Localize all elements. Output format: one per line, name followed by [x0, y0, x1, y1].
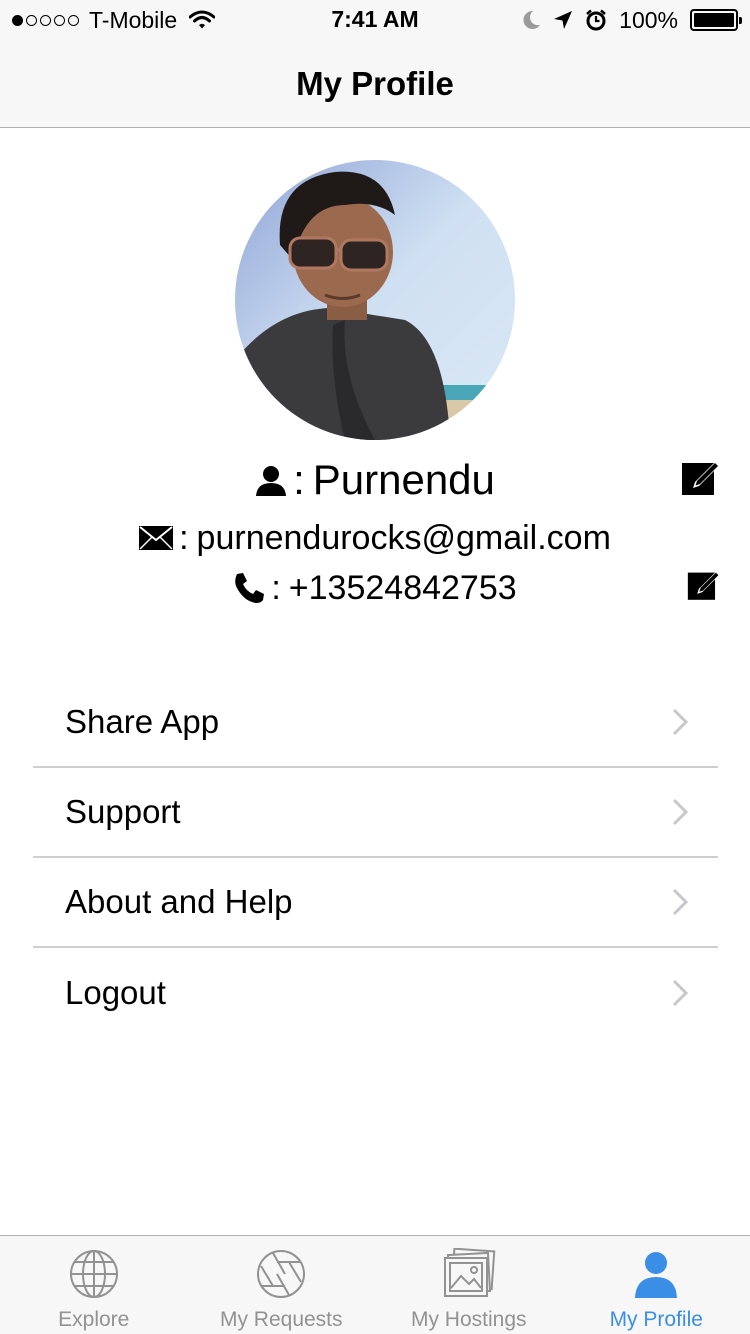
tab-label: Explore — [58, 1308, 130, 1331]
profile-name: Purnendu — [312, 456, 495, 503]
envelope-icon — [139, 526, 174, 550]
profile-email-row: : purnendurocks@gmail.com — [0, 514, 750, 562]
tab-explore[interactable]: Explore — [0, 1236, 188, 1334]
avatar-photo — [235, 160, 515, 440]
tab-my-hostings[interactable]: My Hostings — [375, 1236, 563, 1334]
menu-item-logout[interactable]: Logout — [33, 948, 718, 1038]
phone-icon — [235, 573, 265, 603]
menu-item-label: About and Help — [65, 883, 293, 920]
moon-icon — [523, 10, 541, 29]
menu-item-label: Share App — [65, 703, 220, 740]
chevron-right-icon — [672, 979, 688, 1007]
edit-icon — [687, 571, 720, 600]
profile-phone-row: : +13524842753 — [0, 564, 750, 612]
battery-percent: 100% — [619, 6, 678, 33]
photos-icon — [443, 1248, 496, 1297]
menu-item-label: Logout — [65, 974, 166, 1011]
phone-separator: : — [271, 568, 281, 607]
location-arrow-icon — [554, 11, 573, 29]
person-icon — [256, 466, 287, 496]
aperture-icon — [257, 1250, 306, 1298]
tab-label: My Hostings — [410, 1308, 527, 1331]
tab-label: My Requests — [219, 1308, 343, 1331]
tab-label: My Profile — [609, 1308, 703, 1331]
alarm-icon — [586, 9, 606, 31]
tab-my-profile[interactable]: My Profile — [563, 1236, 750, 1334]
battery-icon — [690, 9, 742, 31]
profile-name-row: : Purnendu — [0, 452, 750, 508]
edit-name-button[interactable] — [681, 458, 721, 501]
status-right: 100% — [521, 6, 742, 34]
profile-email: purnendurocks@gmail.com — [196, 518, 611, 557]
tab-my-requests[interactable]: My Requests — [188, 1236, 376, 1334]
chevron-right-icon — [672, 798, 688, 826]
menu-item-about-and-help[interactable]: About and Help — [33, 858, 718, 948]
edit-phone-button[interactable] — [687, 568, 721, 606]
profile-menu: Share App Support About and Help Logout — [33, 678, 718, 1038]
person-icon — [635, 1252, 678, 1298]
menu-item-support[interactable]: Support — [33, 768, 718, 858]
name-separator: : — [293, 456, 305, 503]
menu-item-label: Support — [65, 793, 181, 830]
profile-avatar[interactable] — [235, 160, 515, 440]
email-separator: : — [179, 518, 189, 557]
edit-icon — [682, 462, 719, 495]
tab-bar: Explore My Requests My Hostings My Profi… — [0, 1235, 750, 1334]
chevron-right-icon — [672, 888, 688, 916]
menu-item-share-app[interactable]: Share App — [33, 678, 718, 768]
navigation-bar: My Profile — [0, 40, 750, 128]
profile-phone: +13524842753 — [288, 568, 517, 607]
chevron-right-icon — [672, 708, 688, 736]
status-bar: T-Mobile 7:41 AM 100% — [0, 0, 750, 40]
page-title: My Profile — [296, 64, 454, 102]
globe-icon — [69, 1250, 118, 1298]
